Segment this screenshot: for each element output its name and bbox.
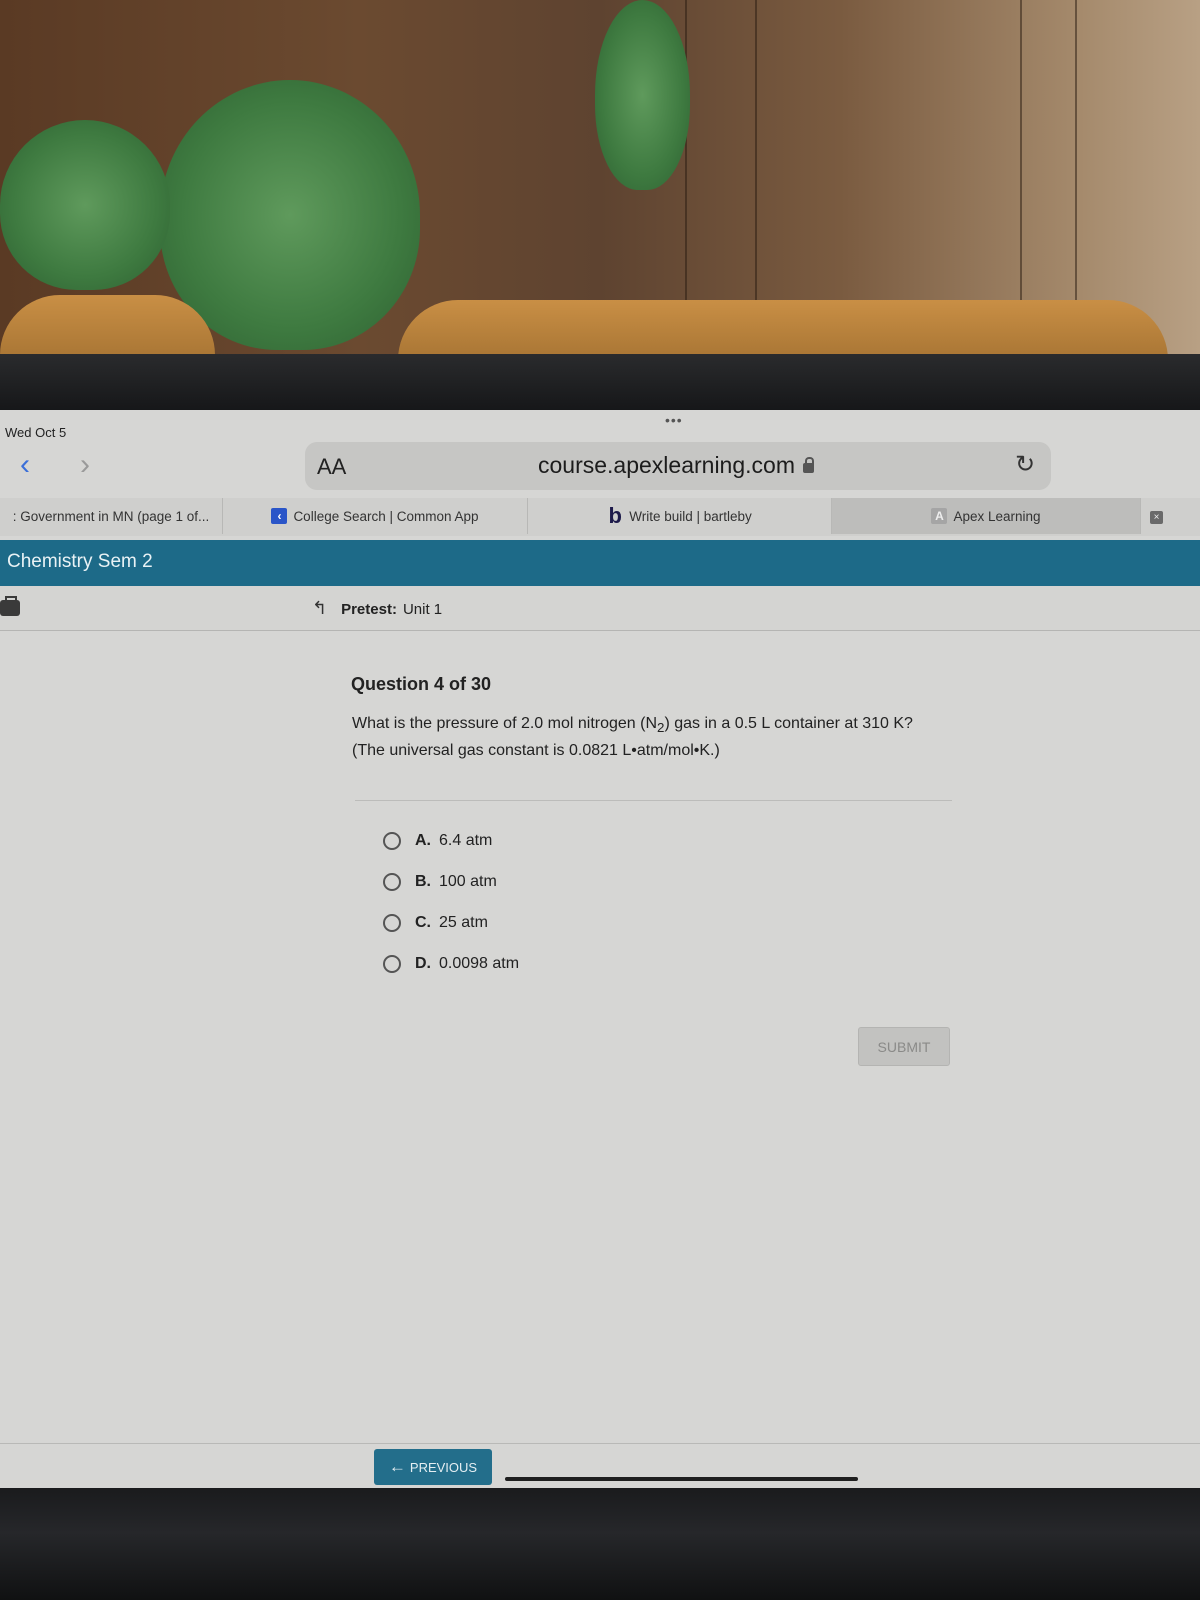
option-text: 6.4 atm <box>439 832 493 849</box>
radio-button[interactable] <box>383 955 401 973</box>
reload-icon[interactable]: ↻ <box>1015 450 1035 479</box>
prompt-text: What is the pressure of 2.0 mol nitrogen… <box>352 715 658 732</box>
tab-bartleby[interactable]: b Write build | bartleby <box>528 498 832 534</box>
reader-label: AA <box>317 454 347 479</box>
course-header: Chemistry Sem 2 <box>0 540 1200 586</box>
option-letter: D. <box>415 955 431 972</box>
wall-panel-line <box>1020 0 1022 300</box>
url-label: course.apexlearning.com <box>538 452 795 478</box>
breadcrumb[interactable]: ↰ Pretest: Unit 1 <box>312 598 442 619</box>
home-indicator[interactable] <box>505 1477 858 1481</box>
chair <box>0 295 215 360</box>
up-arrow-icon: ↰ <box>312 598 328 618</box>
answer-option-d[interactable]: D. 0.0098 atm <box>383 955 519 973</box>
address-bar[interactable]: AA course.apexlearning.com ↻ <box>305 442 1051 490</box>
briefcase-icon[interactable] <box>0 596 20 616</box>
wall-panel-line <box>685 0 687 300</box>
plant-leaf <box>0 120 170 290</box>
more-dots-icon[interactable]: ••• <box>665 412 683 428</box>
close-tab-icon[interactable]: × <box>1150 511 1163 524</box>
background-photo <box>0 0 1200 365</box>
option-letter: B. <box>415 873 431 890</box>
tab-common-app[interactable]: ‹ College Search | Common App <box>223 498 528 534</box>
question-area: Question 4 of 30 What is the pressure of… <box>0 632 1200 1420</box>
prompt-text-end: ) gas in a 0.5 L container at 310 K? <box>664 715 913 732</box>
bartleby-icon: b <box>608 503 622 528</box>
wall-panel-line <box>755 0 757 300</box>
url-text[interactable]: course.apexlearning.com <box>538 452 814 479</box>
option-letter: C. <box>415 914 431 931</box>
course-title: Chemistry Sem 2 <box>7 551 153 572</box>
reader-button[interactable]: AA <box>317 454 346 480</box>
chevron-left-icon[interactable]: ‹ <box>20 450 30 480</box>
radio-button[interactable] <box>383 873 401 891</box>
divider <box>355 800 952 801</box>
tab-label: Apex Learning <box>953 508 1041 524</box>
tab-label: : Government in MN (page 1 of... <box>12 508 210 524</box>
prompt-hint: (The universal gas constant is 0.0821 L•… <box>352 742 720 760</box>
wall-panel-line <box>1075 0 1077 300</box>
tab-label: Write build | bartleby <box>629 508 752 524</box>
footer-divider <box>0 1443 1200 1444</box>
commonapp-icon: ‹ <box>271 508 288 524</box>
apex-icon: A <box>931 508 948 524</box>
radio-button[interactable] <box>383 914 401 932</box>
option-text: 25 atm <box>439 914 488 931</box>
tab-apex-learning[interactable]: A Apex Learning <box>832 498 1141 534</box>
tablet-bezel-bottom <box>0 1488 1200 1600</box>
tab-bar: : Government in MN (page 1 of... ‹ Colle… <box>0 498 1200 536</box>
tablet-screen: Wed Oct 5 ••• ‹ › AA course.apexlearning… <box>0 410 1200 1488</box>
tab-label: College Search | Common App <box>293 508 479 524</box>
lock-icon <box>802 457 814 473</box>
plant-leaf <box>595 0 690 190</box>
breadcrumb-label: Pretest: <box>341 601 397 618</box>
submit-button[interactable]: SUBMIT <box>858 1027 950 1066</box>
option-letter: A. <box>415 832 431 849</box>
answer-option-b[interactable]: B. 100 atm <box>383 873 497 891</box>
tablet-bezel-top <box>0 354 1200 410</box>
breadcrumb-unit: Unit 1 <box>402 601 443 618</box>
answer-option-a[interactable]: A. 6.4 atm <box>383 832 492 850</box>
question-prompt: What is the pressure of 2.0 mol nitrogen… <box>352 712 952 762</box>
option-text: 100 atm <box>439 873 497 890</box>
arrow-left-icon: ← <box>388 1457 406 1476</box>
chair <box>398 300 1168 360</box>
radio-button[interactable] <box>383 832 401 850</box>
option-text: 0.0098 atm <box>439 955 520 972</box>
answer-option-c[interactable]: C. 25 atm <box>383 914 488 932</box>
status-date: Wed Oct 5 <box>5 425 67 440</box>
question-number: Question 4 of 30 <box>351 674 492 694</box>
previous-label: PREVIOUS <box>409 1459 478 1475</box>
tab-government[interactable]: : Government in MN (page 1 of... <box>0 498 223 534</box>
breadcrumb-bar: ↰ Pretest: Unit 1 <box>0 586 1200 631</box>
previous-button[interactable]: ← PREVIOUS <box>374 1449 492 1485</box>
plant-leaf <box>160 80 420 350</box>
chevron-right-icon[interactable]: › <box>80 450 90 480</box>
